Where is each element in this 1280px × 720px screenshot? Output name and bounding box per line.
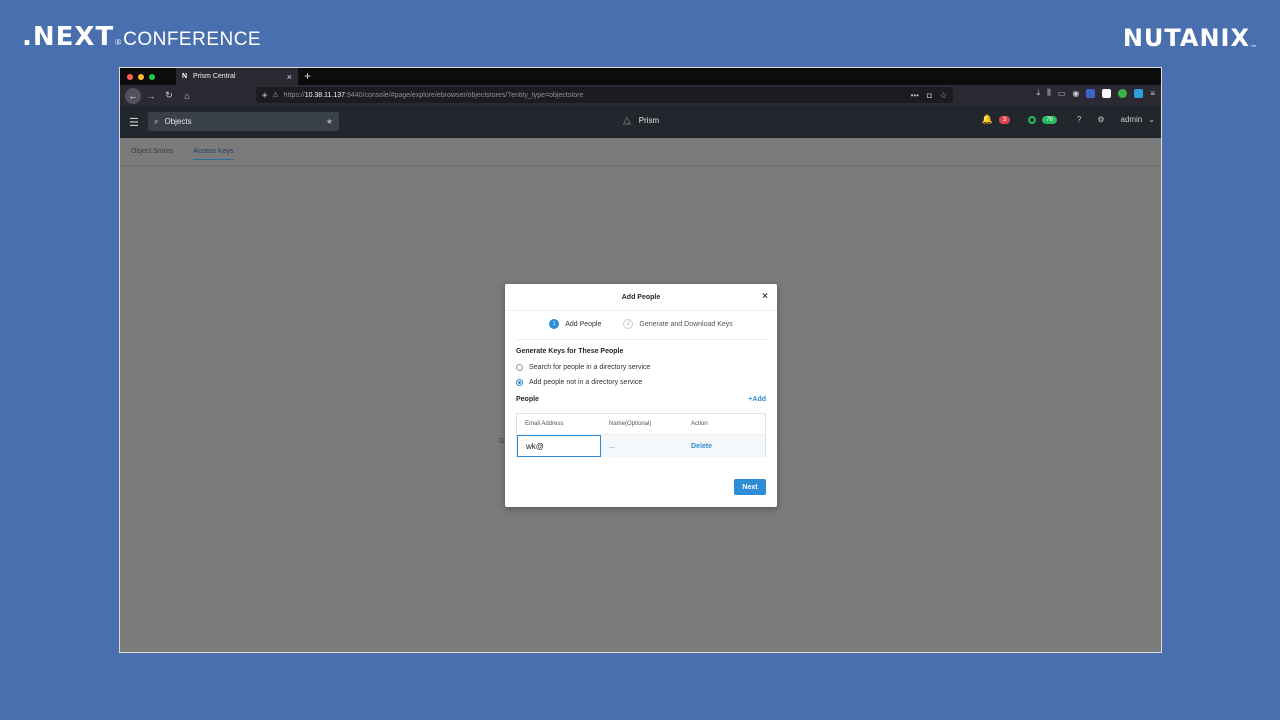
- alert-count-badge[interactable]: 3: [998, 115, 1011, 124]
- download-icon[interactable]: ⤓: [1037, 88, 1041, 98]
- prism-brand: △ Prism: [623, 115, 659, 126]
- option-directory-search[interactable]: Search for people in a directory service: [516, 364, 650, 371]
- table-row: wk@ ... Delete: [517, 435, 765, 457]
- next-button[interactable]: Next: [734, 479, 766, 495]
- chevron-down-icon[interactable]: ⌄: [1148, 115, 1155, 124]
- add-people-dialog: Add People × 1 Add People 2 Generate and…: [505, 284, 777, 507]
- url-scheme: https://: [283, 91, 305, 99]
- search-value: Objects: [164, 117, 192, 126]
- step-2-indicator: 2: [623, 319, 634, 329]
- radio-button-selected[interactable]: [516, 379, 523, 386]
- nutanix-tm-mark: ™: [1250, 44, 1258, 52]
- forward-icon[interactable]: →: [143, 88, 159, 104]
- library-icon[interactable]: ⫼: [1047, 88, 1051, 98]
- delete-row-link[interactable]: Delete: [684, 443, 765, 450]
- sidebar-icon[interactable]: ▭: [1058, 89, 1066, 98]
- people-label: People: [516, 396, 539, 403]
- prism-logo-icon: △: [623, 115, 631, 126]
- nutanix-logo-text: NUTANIX: [1122, 24, 1250, 52]
- step-1-label: Add People: [565, 320, 602, 328]
- minimize-window-button[interactable]: [138, 73, 144, 80]
- section-title: Generate Keys for These People: [516, 348, 624, 355]
- settings-gear-icon[interactable]: ⚙: [1097, 115, 1104, 124]
- reload-icon[interactable]: ↻: [161, 88, 177, 104]
- window-controls: [127, 73, 155, 80]
- table-header: Email Address Name(Optional) Action: [517, 414, 765, 435]
- divider: [515, 339, 767, 340]
- brand-next-text: .NEXT: [22, 22, 115, 52]
- search-icon: ⌕: [154, 116, 159, 126]
- name-field[interactable]: ...: [601, 443, 684, 450]
- health-status-icon[interactable]: [1028, 115, 1037, 124]
- alerts-bell-icon[interactable]: 🔔: [982, 114, 993, 125]
- account-icon[interactable]: ◉: [1072, 89, 1079, 98]
- step-2-label: Generate and Download Keys: [639, 320, 733, 328]
- brand-conference-text: CONFERENCE: [123, 29, 262, 50]
- home-icon[interactable]: ⌂: [179, 88, 195, 104]
- column-header-name: Name(Optional): [609, 421, 652, 427]
- prism-brand-label: Prism: [638, 116, 660, 125]
- pocket-icon[interactable]: ◘: [927, 91, 932, 100]
- background-text-fragment: G: [499, 438, 505, 445]
- wizard-steps: 1 Add People 2 Generate and Download Key…: [505, 319, 777, 329]
- url-host: 10.38.11.137: [304, 91, 346, 99]
- background-text-fragment: .: [777, 438, 779, 445]
- next-conference-logo: .NEXT ® CONFERENCE: [22, 22, 261, 52]
- browser-window: N Prism Central × + ← → ↻ ⌂ ◈ ⚠ https://…: [119, 67, 1162, 653]
- prism-header-actions: 🔔 3 76 ? ⚙ admin ⌄: [982, 114, 1155, 125]
- menu-icon[interactable]: ≡: [1150, 89, 1155, 98]
- hamburger-menu-icon[interactable]: ☰: [129, 116, 139, 129]
- option-no-directory[interactable]: Add people not in a directory service: [516, 379, 642, 386]
- page-actions-icon[interactable]: •••: [911, 91, 919, 100]
- option-label: Search for people in a directory service: [529, 364, 651, 371]
- nutanix-favicon-icon: N: [182, 73, 188, 80]
- tab-object-stores[interactable]: Object Stores: [131, 148, 173, 159]
- extension-icon[interactable]: [1102, 88, 1112, 98]
- brand-reg-mark: ®: [115, 38, 122, 47]
- url-bar[interactable]: ◈ ⚠ https://10.38.11.137:9440/console/#p…: [256, 87, 953, 103]
- bitwarden-extension-icon[interactable]: [1086, 88, 1096, 98]
- user-menu[interactable]: admin: [1121, 115, 1143, 124]
- people-header: People +Add: [516, 396, 766, 403]
- grammarly-extension-icon[interactable]: [1118, 88, 1128, 98]
- nutanix-logo: NUTANIX™: [1123, 24, 1258, 52]
- browser-nav-bar: ← → ↻ ⌂ ◈ ⚠ https://10.38.11.137:9440/co…: [120, 85, 1161, 106]
- lock-warning-icon[interactable]: ⚠: [272, 91, 278, 99]
- bookmark-star-icon[interactable]: ☆: [940, 91, 947, 100]
- objects-subtabs: Object Stores Access Keys: [120, 138, 1161, 166]
- step-1-indicator: 1: [549, 319, 560, 329]
- help-icon[interactable]: ?: [1077, 115, 1081, 124]
- browser-tab-bar: N Prism Central × +: [120, 68, 1161, 85]
- search-input[interactable]: ⌕ Objects ★: [148, 112, 339, 131]
- health-count-badge[interactable]: 76: [1042, 115, 1057, 124]
- maximize-window-button[interactable]: [149, 73, 155, 80]
- radio-button[interactable]: [516, 364, 523, 371]
- favorite-star-icon[interactable]: ★: [326, 117, 333, 126]
- column-header-email: Email Address: [525, 421, 564, 427]
- tab-title: Prism Central: [193, 73, 236, 80]
- close-window-button[interactable]: [127, 73, 133, 80]
- option-label: Add people not in a directory service: [529, 379, 643, 386]
- add-person-link[interactable]: +Add: [748, 396, 766, 403]
- back-icon[interactable]: ←: [125, 87, 141, 104]
- close-icon[interactable]: ×: [762, 291, 768, 302]
- browser-tab[interactable]: N Prism Central ×: [176, 68, 298, 85]
- new-tab-icon[interactable]: +: [304, 69, 311, 83]
- dialog-header: Add People ×: [505, 284, 777, 311]
- browser-toolbar: ⤓ ⫼ ▭ ◉ ≡: [1037, 88, 1155, 98]
- column-header-action: Action: [691, 421, 708, 427]
- people-table: Email Address Name(Optional) Action wk@ …: [516, 413, 766, 457]
- tab-access-keys[interactable]: Access Keys: [193, 148, 234, 160]
- dialog-title: Add People: [621, 293, 661, 301]
- prism-header: ☰ ⌕ Objects ★ △ Prism 🔔 3 76 ? ⚙ admin ⌄: [120, 106, 1161, 138]
- shield-icon[interactable]: ◈: [262, 91, 267, 99]
- extension-badge-icon[interactable]: [1134, 88, 1144, 98]
- close-tab-icon[interactable]: ×: [287, 72, 292, 82]
- email-field[interactable]: wk@: [517, 435, 601, 457]
- url-path: :9440/console/#page/explore/ebrowser/obj…: [345, 91, 584, 99]
